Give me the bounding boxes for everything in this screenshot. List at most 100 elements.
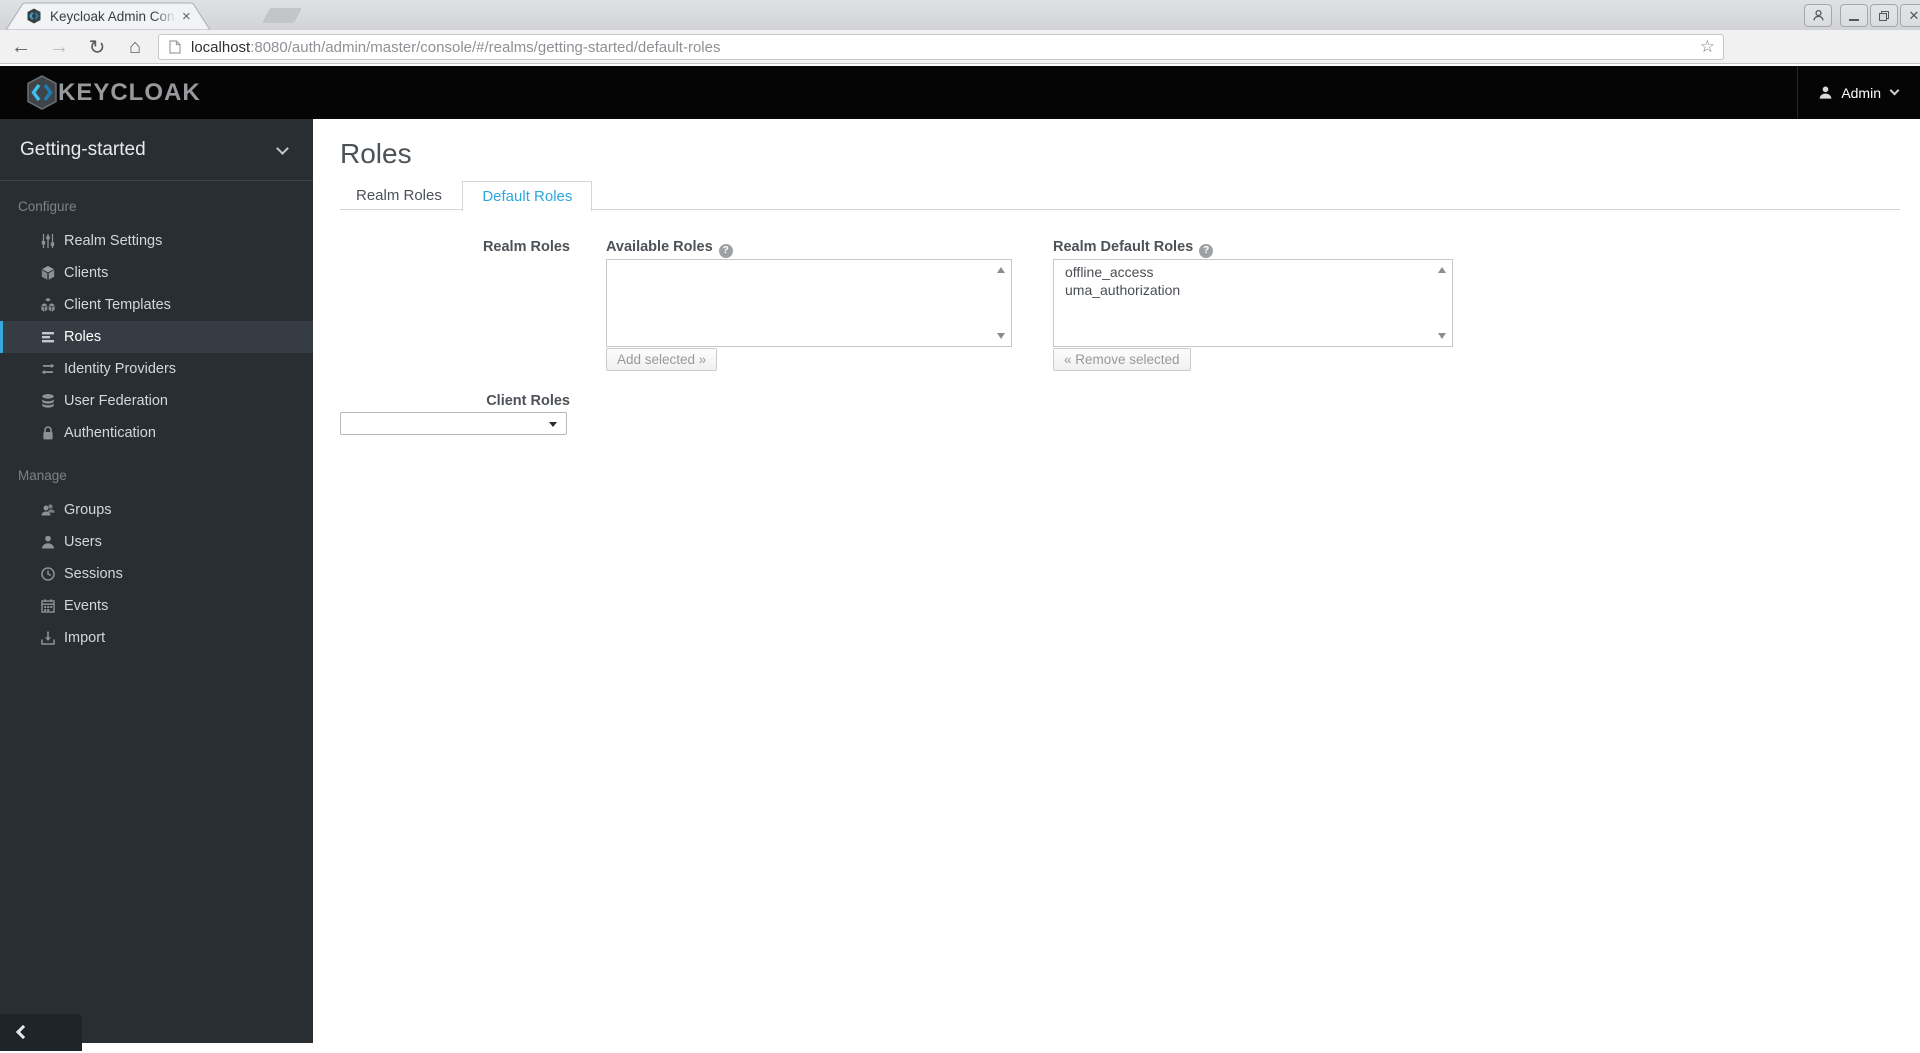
sidebar-item-label: Realm Settings <box>64 233 163 249</box>
cube-icon <box>41 266 55 280</box>
profile-button[interactable] <box>1804 4 1832 27</box>
available-roles-listbox[interactable] <box>606 259 1012 347</box>
back-button[interactable]: ← <box>6 32 36 62</box>
user-icon <box>42 535 54 549</box>
sidebar-item-roles[interactable]: Roles <box>0 321 313 353</box>
user-icon <box>1820 86 1832 99</box>
list-item[interactable]: uma_authorization <box>1054 282 1452 300</box>
sidebar-item-realm-settings[interactable]: Realm Settings <box>0 225 313 257</box>
sidebar-item-client-templates[interactable]: Client Templates <box>0 289 313 321</box>
help-icon[interactable]: ? <box>1199 244 1214 258</box>
page-title: Roles <box>340 138 412 169</box>
sidebar-item-label: Authentication <box>64 425 156 441</box>
sidebar-item-groups[interactable]: Groups <box>0 494 313 526</box>
database-icon <box>42 394 54 408</box>
tab-realm-roles[interactable]: Realm Roles <box>340 181 458 210</box>
window-controls-profile <box>1804 4 1832 27</box>
bookmark-star-icon[interactable]: ☆ <box>1700 37 1715 57</box>
scroll-up-icon[interactable] <box>1438 267 1446 273</box>
browser-toolbar: ← → ↻ ⌂ localhost:8080/auth/admin/master… <box>0 30 1920 89</box>
reload-button[interactable]: ↻ <box>82 32 112 62</box>
roles-tabs: Realm Roles Default Roles <box>340 181 1900 211</box>
sidebar-item-label: Sessions <box>64 566 123 582</box>
sidebar-item-authentication[interactable]: Authentication <box>0 417 313 449</box>
sidebar: Getting-started Configure Realm Settings… <box>0 119 313 1043</box>
sidebar-item-label: Import <box>64 630 106 646</box>
realm-roles-label: Realm Roles <box>482 239 570 255</box>
sidebar-item-label: Groups <box>64 502 112 518</box>
sidebar-item-label: Identity Providers <box>64 361 177 377</box>
window-close-button[interactable]: ✕ <box>1900 4 1920 27</box>
import-icon <box>41 631 55 645</box>
scroll-down-icon[interactable] <box>1438 333 1446 339</box>
scroll-up-icon[interactable] <box>997 267 1005 273</box>
sidebar-item-label: Roles <box>64 329 102 345</box>
help-icon[interactable]: ? <box>718 244 733 258</box>
brand-text: KEYCLOAK <box>58 79 201 106</box>
maximize-button[interactable] <box>1870 4 1898 27</box>
maximize-icon <box>1879 10 1889 21</box>
browser-tab[interactable]: Keycloak Admin Con × <box>26 6 204 26</box>
sidebar-item-events[interactable]: Events <box>0 590 313 622</box>
new-tab-button[interactable] <box>262 8 302 23</box>
reload-icon: ↻ <box>88 36 106 59</box>
realm-selector[interactable]: Getting-started <box>0 119 313 181</box>
main-content: Roles Realm Roles Default Roles Realm Ro… <box>313 119 1920 1043</box>
cubes-icon <box>41 298 55 312</box>
sidebar-item-users[interactable]: Users <box>0 526 313 558</box>
add-selected-button[interactable]: Add selected » <box>606 348 718 371</box>
exchange-arrows-icon <box>41 363 55 375</box>
keycloak-header: KEYCLOAK Admin <box>0 66 1920 119</box>
select-caret-icon <box>549 422 557 427</box>
keycloak-logo[interactable]: KEYCLOAK <box>20 74 201 112</box>
chevron-down-icon <box>1889 85 1900 96</box>
realm-chevron-down-icon <box>276 142 289 155</box>
window-controls: ✕ <box>1840 4 1920 27</box>
sidebar-item-import[interactable]: Import <box>0 622 313 654</box>
user-menu[interactable]: Admin <box>1818 66 1900 119</box>
remove-selected-button[interactable]: « Remove selected <box>1053 348 1191 371</box>
sidebar-item-identity-providers[interactable]: Identity Providers <box>0 353 313 385</box>
sliders-icon <box>41 234 55 248</box>
lock-icon <box>43 426 53 440</box>
url-bar[interactable]: localhost:8080/auth/admin/master/console… <box>158 34 1724 60</box>
realm-default-roles-listbox[interactable]: offline_access uma_authorization <box>1053 259 1453 347</box>
client-roles-label: Client Roles <box>486 393 570 409</box>
back-icon: ← <box>11 35 31 58</box>
minimize-button[interactable] <box>1840 4 1868 27</box>
clock-icon <box>41 567 55 581</box>
sidebar-item-label: Users <box>64 534 102 550</box>
group-icon <box>41 504 55 516</box>
available-roles-label: Available Roles? <box>606 239 733 258</box>
scroll-down-icon[interactable] <box>997 333 1005 339</box>
sidebar-item-user-federation[interactable]: User Federation <box>0 385 313 417</box>
home-icon: ⌂ <box>128 35 142 58</box>
tab-close-icon[interactable]: × <box>182 9 191 24</box>
tab-title: Keycloak Admin Con <box>50 8 175 24</box>
window-close-icon: ✕ <box>1908 7 1920 23</box>
home-button[interactable]: ⌂ <box>120 32 150 62</box>
tab-default-roles[interactable]: Default Roles <box>462 181 593 211</box>
realm-default-roles-label: Realm Default Roles? <box>1053 239 1214 258</box>
user-menu-label: Admin <box>1841 84 1881 101</box>
client-roles-select[interactable] <box>340 412 567 435</box>
list-icon <box>42 332 54 343</box>
url-host: localhost <box>191 38 251 56</box>
screen: Keycloak Admin Con × ✕ ← → ↻ ⌂ localhost… <box>0 0 1920 1053</box>
sidebar-item-label: User Federation <box>64 393 168 409</box>
sidebar-item-label: Clients <box>64 265 109 281</box>
realm-name: Getting-started <box>20 139 146 160</box>
url-text: localhost:8080/auth/admin/master/console… <box>191 39 720 56</box>
list-item[interactable]: offline_access <box>1054 264 1452 282</box>
calendar-icon <box>41 599 55 613</box>
sidebar-collapse-button[interactable] <box>0 1014 82 1051</box>
sidebar-item-clients[interactable]: Clients <box>0 257 313 289</box>
page-document-icon <box>169 40 181 54</box>
sidebar-item-sessions[interactable]: Sessions <box>0 558 313 590</box>
chevron-left-icon <box>15 1024 31 1040</box>
sidebar-item-label: Events <box>64 598 109 614</box>
header-divider <box>1797 66 1798 119</box>
forward-icon: → <box>49 35 69 58</box>
forward-button[interactable]: → <box>44 32 74 62</box>
profile-icon <box>1812 9 1824 21</box>
